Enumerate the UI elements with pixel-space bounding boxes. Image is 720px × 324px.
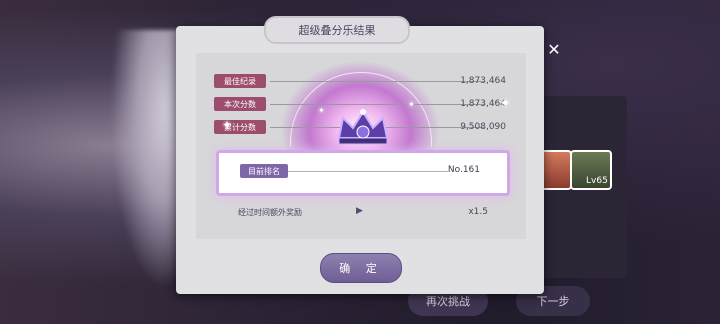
play-triangle-icon: ▶ [356, 206, 363, 216]
dialog-title: 超级叠分乐结果 [264, 16, 410, 44]
current-rank-label: 目前排名 [240, 164, 288, 178]
best-record-row: 最佳纪录 1,873,464 [214, 73, 506, 89]
time-bonus-row: 经过时间额外奖励 ▶ x1.5 [238, 204, 488, 220]
current-score-row: 本次分数 1,873,464 [214, 96, 506, 112]
close-icon: ✕ [547, 40, 561, 59]
sparkle-icon: ✦ [500, 96, 511, 110]
total-score-value: 9,508,090 [460, 122, 506, 132]
time-bonus-label: 经过时间额外奖励 [238, 208, 302, 217]
sparkle-icon: ✦ [318, 106, 325, 115]
best-record-value: 1,873,464 [460, 76, 506, 86]
sparkle-icon: ✦ [222, 118, 233, 132]
sparkle-icon: ✦ [408, 100, 415, 109]
confirm-button[interactable]: 确 定 [320, 253, 402, 283]
current-score-label: 本次分数 [214, 97, 266, 111]
time-bonus-value: x1.5 [468, 207, 488, 217]
current-score-value: 1,873,464 [460, 99, 506, 109]
current-rank-value: No.161 [447, 165, 480, 175]
crown-rank-icon [337, 109, 389, 145]
card-level: Lv65 [586, 176, 608, 186]
best-record-label: 最佳纪录 [214, 74, 266, 88]
